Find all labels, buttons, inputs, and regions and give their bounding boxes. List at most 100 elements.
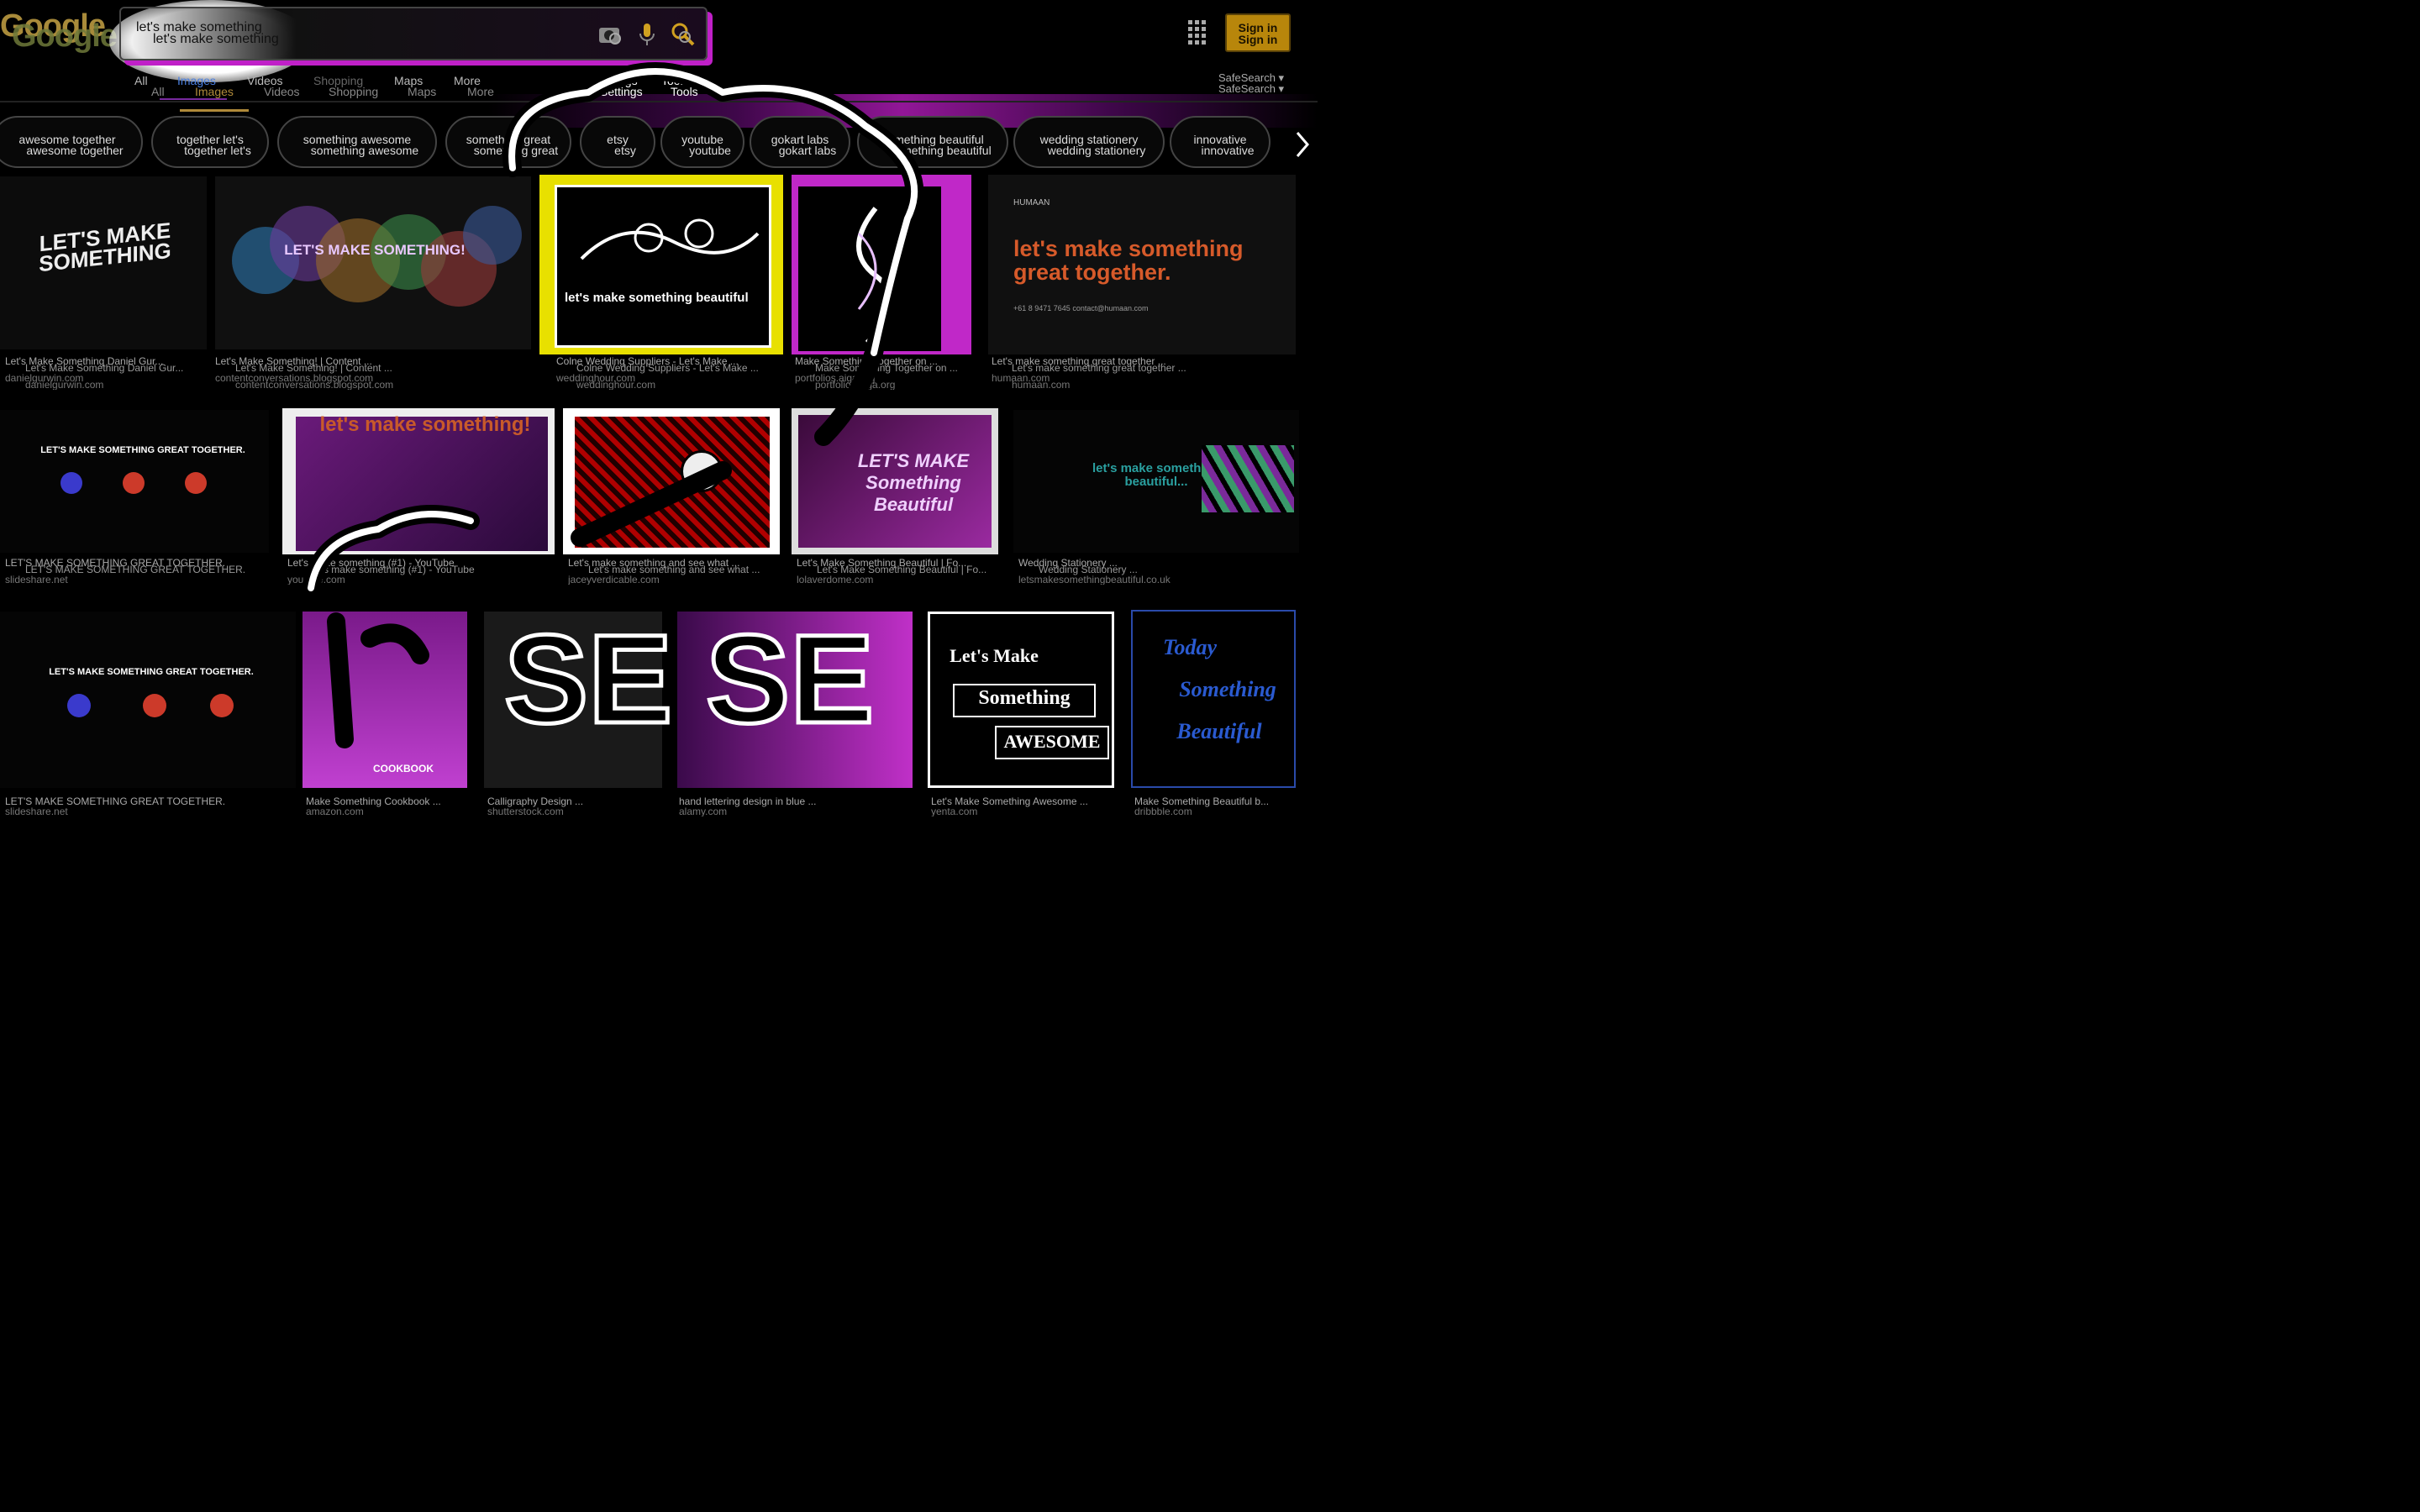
share-icon — [60, 472, 82, 494]
search-query-ghost: let's make something — [153, 32, 279, 46]
chip-label: something beautiful — [881, 133, 984, 146]
chip-label-ghost: youtube — [689, 144, 731, 157]
chip-label-ghost: together let's — [184, 144, 251, 157]
chip-innovative[interactable]: innovative innovative — [1170, 116, 1270, 168]
chip-something-beautiful[interactable]: something beautiful something beautiful — [857, 116, 1008, 168]
related-searches-chips: awesome together awesome together togethe… — [0, 116, 1318, 171]
result-source: lolaverdome.com — [797, 574, 874, 585]
image-result-7[interactable]: let's make something! — [282, 408, 555, 554]
result-caption-9[interactable]: Let's Make Something Beautiful | Fo... L… — [797, 558, 998, 585]
result-source: shutterstock.com — [487, 806, 564, 816]
result-caption-12[interactable]: Make Something Cookbook ... amazon.com — [306, 796, 467, 816]
result-caption-7[interactable]: Let's make something (#1) - YouTube Let'… — [287, 558, 555, 585]
result-caption-4[interactable]: Make Something Together on ... Make Some… — [795, 356, 971, 390]
result-caption-6[interactable]: LET'S MAKE SOMETHING GREAT TOGETHER. LET… — [5, 558, 269, 585]
apps-grid-icon[interactable] — [1188, 20, 1210, 49]
chip-wedding-stationery[interactable]: wedding stationery wedding stationery — [1013, 116, 1165, 168]
chip-together-lets[interactable]: together let's together let's — [151, 116, 269, 168]
chip-youtube[interactable]: youtube youtube — [660, 116, 744, 168]
image-result-6[interactable]: LET'S MAKE SOMETHING GREAT TOGETHER. — [0, 410, 269, 553]
result-caption-10[interactable]: Wedding Stationery ... Wedding Stationer… — [1018, 558, 1299, 585]
twitter-icon — [143, 694, 166, 717]
safesearch-toggle[interactable]: SafeSearch ▾ SafeSearch ▾ — [1218, 72, 1284, 94]
result-caption-14[interactable]: hand lettering design in blue ... alamy.… — [679, 796, 913, 816]
search-box[interactable]: let's make something let's make somethin… — [119, 7, 708, 60]
chip-label: etsy — [607, 133, 629, 146]
safesearch-label-ghost: SafeSearch ▾ — [1218, 82, 1285, 95]
result-source-ghost: weddinghour.com — [576, 379, 656, 390]
tab-all-ghost: All — [151, 85, 165, 98]
thumb-text: LET'S MAKE SOMETHING GREAT TOGETHER. — [40, 445, 245, 455]
result-caption-3[interactable]: Colne Wedding Suppliers - Let's Make ...… — [556, 356, 783, 390]
image-result-13[interactable] — [484, 612, 662, 788]
search-icon[interactable] — [669, 20, 697, 49]
image-result-14[interactable] — [677, 612, 913, 788]
result-caption-8[interactable]: Let's make something and see what ... Le… — [568, 558, 780, 585]
chip-awesome-together[interactable]: awesome together awesome together — [0, 116, 143, 168]
sign-in-label: Sign in — [1238, 21, 1278, 34]
image-result-5[interactable]: HUMAAN let's make something great togeth… — [988, 175, 1296, 354]
thumb-text: LET'S MAKE SOMETHING! — [284, 242, 466, 258]
thumb-text: LET'S MAKE Something Beautiful — [857, 450, 970, 515]
humaan-contact: +61 8 9471 7645 contact@humaan.com — [1013, 304, 1149, 312]
chip-label-ghost: something great — [473, 144, 559, 157]
chip-etsy[interactable]: etsy etsy — [580, 116, 655, 168]
result-source-ghost: danielgurwin.com — [25, 379, 104, 390]
google-logo[interactable]: Google Google — [0, 7, 126, 57]
chip-something-great[interactable]: something great something great — [445, 116, 571, 168]
chip-label-ghost: awesome together — [26, 144, 124, 157]
image-result-12[interactable]: COOKBOOK — [302, 612, 467, 788]
logo-text-ghost: Google — [12, 18, 118, 54]
result-caption-16[interactable]: Make Something Beautiful b... dribbble.c… — [1134, 796, 1296, 816]
result-caption-5[interactable]: Let's make something great together ... … — [992, 356, 1296, 390]
result-source: jaceyverdicable.com — [568, 574, 660, 585]
active-tab-indicator — [180, 109, 249, 112]
thumb-text-1: Today — [1162, 635, 1218, 659]
result-source: slideshare.net — [5, 806, 68, 816]
header-divider — [0, 101, 1318, 102]
result-caption-15[interactable]: Let's Make Something Awesome ... yenta.c… — [931, 796, 1114, 816]
result-source: yenta.com — [931, 806, 978, 816]
result-source: amazon.com — [306, 806, 364, 816]
result-source: youtube.com — [287, 574, 345, 585]
microphone-icon[interactable] — [634, 20, 662, 49]
share-icon — [67, 694, 91, 717]
chip-label: together let's — [176, 133, 244, 146]
humaan-brand: HUMAAN — [1013, 198, 1050, 207]
thumb-text-2: Something — [978, 687, 1071, 709]
result-source: alamy.com — [679, 806, 728, 816]
chevron-right-icon[interactable] — [1292, 128, 1318, 161]
image-result-3[interactable]: let's make something beautiful — [539, 175, 783, 354]
chip-label: awesome together — [18, 133, 116, 146]
result-source: slideshare.net — [5, 574, 68, 585]
image-result-10[interactable]: let's make something beautiful... — [1013, 410, 1299, 553]
image-result-2[interactable]: LET'S MAKE SOMETHING! — [215, 176, 531, 349]
result-caption-11[interactable]: LET'S MAKE SOMETHING GREAT TOGETHER. sli… — [5, 796, 296, 816]
result-caption-1[interactable]: Let's Make Something Daniel Gur... Let's… — [5, 356, 207, 390]
chip-label: innovative — [1193, 133, 1247, 146]
image-result-1[interactable]: LET'S MAKE SOMETHING — [0, 176, 207, 349]
result-caption-13[interactable]: Calligraphy Design ... shutterstock.com — [487, 796, 662, 816]
chip-label-ghost: wedding stationery — [1047, 144, 1146, 157]
image-result-15[interactable]: Let's Make Something AWESOME — [928, 612, 1114, 788]
thumb-text: let's make something! — [319, 413, 531, 436]
chip-something-awesome[interactable]: something awesome something awesome — [277, 116, 437, 168]
image-result-4[interactable] — [792, 175, 971, 354]
image-result-9[interactable]: LET'S MAKE Something Beautiful — [792, 408, 998, 554]
sign-in-button[interactable]: Sign in Sign in — [1225, 13, 1291, 52]
chip-gokart-labs[interactable]: gokart labs gokart labs — [750, 116, 850, 168]
chip-label: something great — [466, 133, 551, 146]
thumb-text-3: Beautiful — [1176, 719, 1262, 743]
tab-settings-ghost: Settings — [600, 85, 643, 98]
image-result-16[interactable]: Today Something Beautiful — [1131, 610, 1296, 788]
image-result-11[interactable]: LET'S MAKE SOMETHING GREAT TOGETHER. — [0, 612, 296, 788]
result-caption-2[interactable]: Let's Make Something! | Content ... Let'… — [215, 356, 531, 390]
result-source: letsmakesomethingbeautiful.co.uk — [1018, 574, 1171, 585]
image-result-8[interactable] — [563, 408, 780, 554]
tab-all[interactable]: All — [134, 74, 148, 87]
tab-tools-ghost: Tools — [671, 85, 698, 98]
chip-label-ghost: something beautiful — [889, 144, 992, 157]
camera-icon[interactable] — [597, 20, 625, 49]
thumb-text-1: Let's Make — [950, 645, 1039, 666]
thumb-text: LET'S MAKE SOMETHING GREAT TOGETHER. — [49, 667, 254, 677]
